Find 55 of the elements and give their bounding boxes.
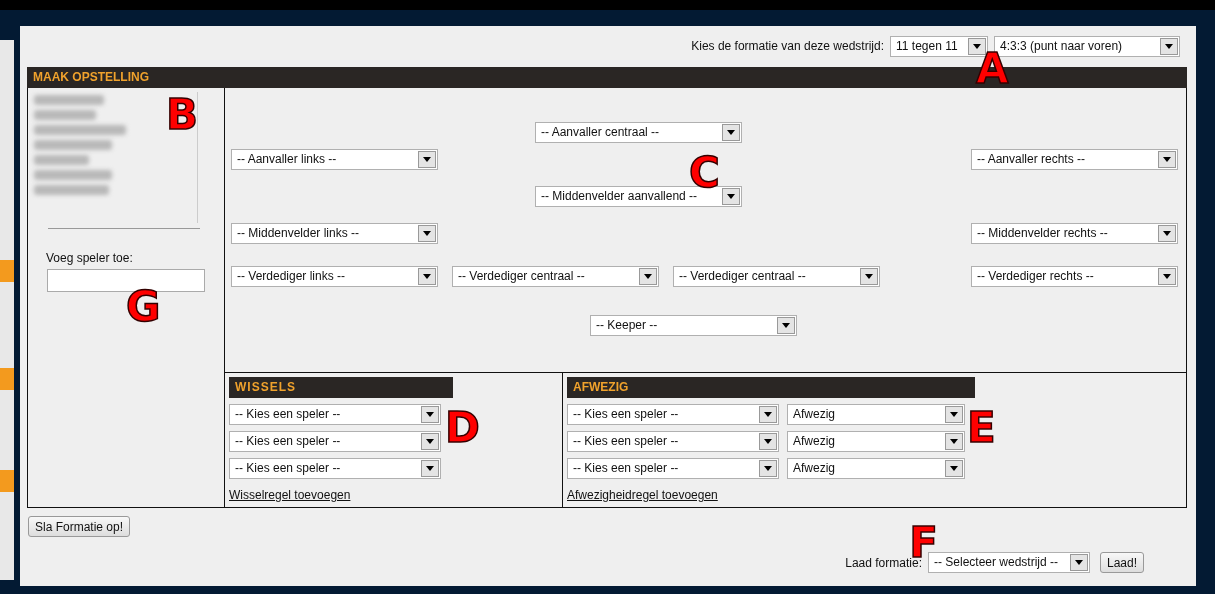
caret-icon xyxy=(727,194,735,199)
reason-dropdown[interactable]: Afwezig xyxy=(787,404,965,425)
caret-icon xyxy=(1165,43,1173,49)
player-dropdown[interactable]: -- Kies een speler -- xyxy=(229,404,441,425)
caret-icon xyxy=(426,412,434,417)
player-dropdown[interactable]: -- Kies een speler -- xyxy=(567,431,779,452)
caret-icon xyxy=(426,466,434,471)
caret-icon xyxy=(1163,274,1171,279)
caret-icon xyxy=(950,412,958,417)
player-dropdown[interactable]: -- Kies een speler -- xyxy=(567,404,779,425)
add-absence-link[interactable]: Afwezigheidregel toevoegen xyxy=(567,488,718,502)
position-dropdown[interactable]: -- Aanvaller links -- xyxy=(231,149,438,170)
section-header: AFWEZIG xyxy=(567,377,975,398)
caret-icon xyxy=(727,130,735,135)
match-dropdown[interactable]: -- Selecteer wedstrijd -- xyxy=(927,552,1090,573)
load-button[interactable]: Laad! xyxy=(1099,552,1144,573)
caret-icon xyxy=(1074,560,1083,565)
save-formation-button[interactable]: Sla Formatie op! xyxy=(28,516,131,537)
formation-label: Kies de formatie van deze wedstrijd: xyxy=(691,39,884,53)
position-dropdown[interactable]: -- Aanvaller centraal -- xyxy=(535,122,742,143)
annotation-letter: D xyxy=(445,407,480,449)
caret-icon xyxy=(865,274,873,279)
position-dropdown[interactable]: -- Verdediger rechts -- xyxy=(971,266,1178,287)
caret-icon xyxy=(1163,231,1171,236)
annotation-letter: B xyxy=(166,94,198,136)
caret-icon xyxy=(764,466,772,471)
caret-icon xyxy=(426,439,434,444)
position-dropdown[interactable]: -- Verdediger centraal -- xyxy=(452,266,659,287)
caret-icon xyxy=(950,466,958,471)
caret-icon xyxy=(644,274,652,279)
player-list[interactable] xyxy=(34,92,198,223)
annotation-letter: G xyxy=(126,286,161,328)
position-dropdown[interactable]: -- Aanvaller rechts -- xyxy=(971,149,1178,170)
reason-dropdown[interactable]: Afwezig xyxy=(787,458,965,479)
position-dropdown[interactable]: -- Middenvelder rechts -- xyxy=(971,223,1178,244)
add-player-label: Voeg speler toe: xyxy=(46,251,134,265)
caret-icon xyxy=(423,231,431,236)
caret-icon xyxy=(950,439,958,444)
caret-icon xyxy=(764,412,772,417)
caret-icon xyxy=(782,323,790,328)
caret-icon xyxy=(1163,157,1171,162)
player-dropdown[interactable]: -- Kies een speler -- xyxy=(567,458,779,479)
player-dropdown[interactable]: -- Kies een speler -- xyxy=(229,458,441,479)
position-dropdown[interactable]: -- Keeper -- xyxy=(590,315,797,336)
position-dropdown[interactable]: -- Verdediger centraal -- xyxy=(673,266,880,287)
reason-dropdown[interactable]: Afwezig xyxy=(787,431,965,452)
caret-icon xyxy=(423,274,431,279)
caret-icon xyxy=(764,439,772,444)
player-dropdown[interactable]: -- Kies een speler -- xyxy=(229,431,441,452)
annotation-letter: E xyxy=(967,407,996,449)
section-header: WISSELS xyxy=(229,377,453,398)
caret-icon xyxy=(423,157,431,162)
position-dropdown[interactable]: -- Middenvelder links -- xyxy=(231,223,438,244)
add-substitution-link[interactable]: Wisselregel toevoegen xyxy=(229,488,351,502)
position-dropdown[interactable]: -- Verdediger links -- xyxy=(231,266,438,287)
